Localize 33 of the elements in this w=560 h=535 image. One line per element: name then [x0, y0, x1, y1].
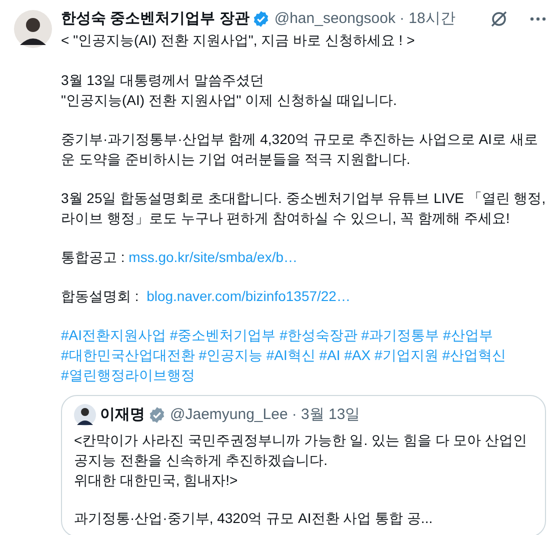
- post-paragraph: 중기부·과기정통부·산업부 함께 4,320억 규모로 추진하는 사업으로 AI로 새로운 도약을 준비하시는 기업 여러분들을 적극 지원합니다.: [61, 130, 539, 169]
- hashtag-link[interactable]: #대한민국산업대전환: [61, 347, 195, 363]
- post-paragraph: 3월 13일 대통령께서 말씀주셨던 "인공지능(AI) 전환 지원사업" 이제 신청하실 때입니다.: [61, 71, 398, 110]
- url-link[interactable]: mss.go.kr/site/smba/ex/b…: [128, 249, 298, 265]
- post-title: < "인공지능(AI) 전환 지원사업", 지금 바로 신청하세요 ! >: [61, 31, 416, 50]
- more-icon[interactable]: [530, 17, 546, 21]
- hashtag-link[interactable]: #인공지능: [198, 347, 262, 363]
- quoted-post[interactable]: 이재명 @Jaemyung_Lee · 3월 13일 <칸막이가 사라진 국민주권정부니까 가능한 일. 있는 힘을 다 모아 산업인공지능 전환을 신속하게 추진하겠습니다. 위대한 대한민국, 힘내자!> 과기정통·산업·중기부, 4320억 규모 AI전환 사업 통합 공...: [61, 395, 546, 535]
- author-name[interactable]: 이재명: [100, 404, 145, 426]
- quoted-paragraph: <칸막이가 사라진 국민주권정부니까 가능한 일. 있는 힘을 다 모아 산업인공지능 전환을 신속하게 추진하겠습니다. 위대한 대한민국, 힘내자!>: [74, 431, 528, 490]
- hashtag-link[interactable]: #산업부: [442, 327, 493, 343]
- author-name[interactable]: 한성숙 중소벤처기업부 장관: [61, 8, 250, 30]
- hashtag-link[interactable]: #중소벤처기업부: [170, 327, 276, 343]
- author-handle[interactable]: @Jaemyung_Lee: [170, 404, 288, 426]
- link-label: 합동설명회 :: [61, 288, 140, 304]
- hashtag-link[interactable]: #기업지원: [374, 347, 438, 363]
- hashtag-link[interactable]: #열린행정라이브행정: [61, 367, 195, 383]
- hashtag-link[interactable]: #AI: [319, 347, 340, 363]
- hashtag-link[interactable]: #과기정통부: [361, 327, 440, 343]
- hashtag-link[interactable]: #AX: [344, 347, 371, 363]
- link-label: 통합공고 :: [61, 249, 126, 265]
- avatar-icon[interactable]: [14, 10, 52, 48]
- post-time[interactable]: · 18시간: [400, 8, 456, 30]
- url-link[interactable]: blog.naver.com/bizinfo1357/22…: [146, 288, 350, 304]
- hashtag-link[interactable]: #AI혁신: [266, 347, 316, 363]
- hashtag-link[interactable]: #AI전환지원사업: [61, 327, 166, 343]
- quoted-paragraph: 과기정통·산업·중기부, 4320억 규모 AI전환 사업 통합 공...: [74, 509, 434, 528]
- hashtag-link[interactable]: #한성숙장관: [280, 327, 358, 343]
- post-time: · 3월 13일: [292, 404, 360, 425]
- hashtag-link[interactable]: #산업혁신: [442, 347, 506, 363]
- avatar-icon[interactable]: [74, 404, 96, 426]
- author-handle[interactable]: @han_seongsook: [274, 8, 396, 30]
- post-paragraph: 3월 25일 합동설명회로 초대합니다. 중소벤처기업부 유튜브 LIVE 「열린 행정, 라이브 행정」로도 누구나 편하게 참여하실 수 있으니, 꼭 함께해 주세요!: [61, 189, 546, 228]
